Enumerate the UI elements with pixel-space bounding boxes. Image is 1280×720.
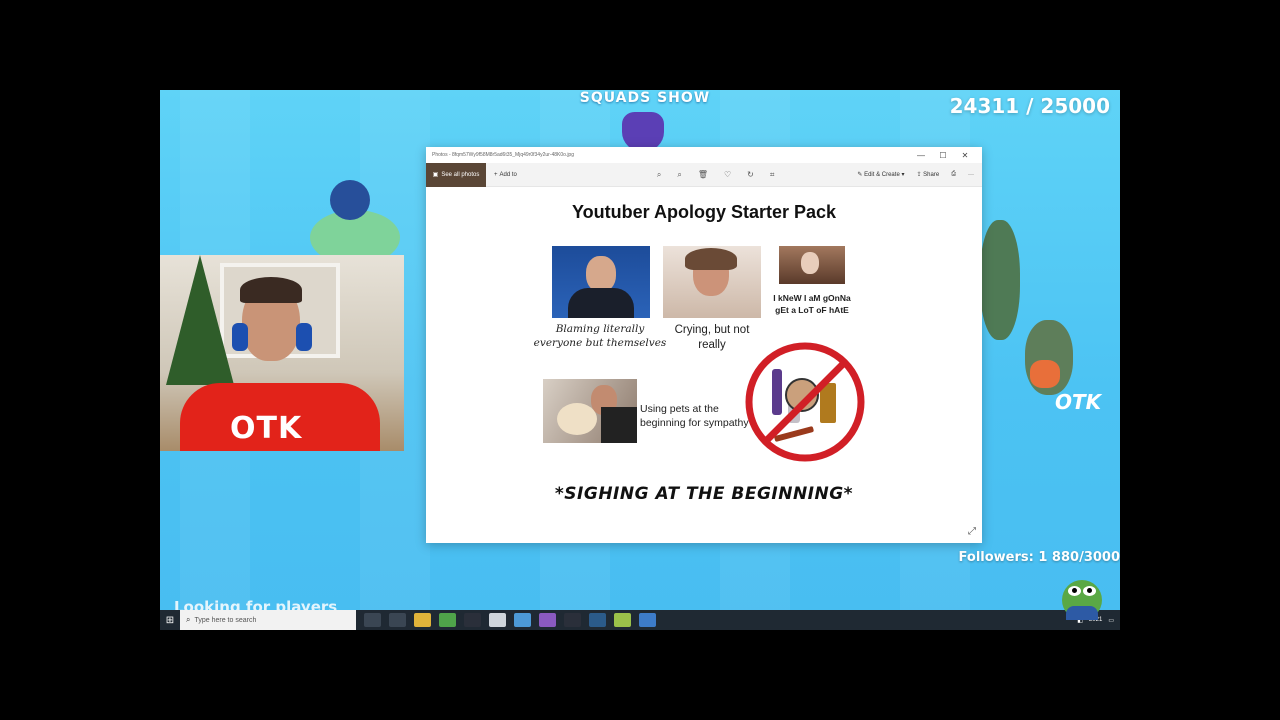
photo-pets <box>543 379 637 443</box>
shirt <box>568 288 634 318</box>
followers-goal: Followers: 1 880/3000 <box>958 550 1120 565</box>
game-character-right <box>1030 360 1060 388</box>
windows-taskbar: ⊞ ⌕ Type here to search ⌃ ◧ 2021 ▭ <box>160 610 1120 630</box>
chrome-icon[interactable] <box>439 613 456 627</box>
meme-title: Youtuber Apology Starter Pack <box>571 202 837 222</box>
taskbar-search[interactable]: ⌕ Type here to search <box>180 610 356 630</box>
more-icon[interactable]: ··· <box>968 172 974 178</box>
right-tools: ✎ Edit & Create ▾ ⇪ Share ⎙ ··· <box>857 171 982 178</box>
otk-logo: OTK <box>1055 390 1102 414</box>
nail-polish <box>772 369 782 415</box>
image-icon: ▣ <box>432 172 439 178</box>
app-icon[interactable] <box>564 613 581 627</box>
edit-create-button[interactable]: ✎ Edit & Create ▾ <box>857 171 904 178</box>
photos-app-window[interactable]: Photos - 8fqm57Wy9f58M8r5ad6t35_Mjq49r0f… <box>426 147 982 543</box>
christmas-tree <box>166 255 234 385</box>
share-button[interactable]: ⇪ Share <box>916 171 939 178</box>
headset-icon <box>296 323 312 351</box>
add-to-button[interactable]: + Add to <box>494 172 517 178</box>
delete-icon[interactable]: 🗑 <box>698 170 708 180</box>
steam-icon[interactable] <box>589 613 606 627</box>
caption-pets: Using pets at the beginning for sympathy <box>640 403 749 429</box>
file-explorer-icon[interactable] <box>414 613 431 627</box>
caption-hate: I kNeW I aM gOnNa gEt a LoT oF hAtE <box>773 293 851 315</box>
pepe-shirt <box>1066 606 1098 620</box>
photo-blaming <box>552 246 650 318</box>
pinned-apps <box>364 613 656 627</box>
close-button[interactable]: ✕ <box>954 151 976 160</box>
search-placeholder: Type here to search <box>194 616 257 624</box>
sub-goal-counter: 24311 / 25000 <box>949 94 1110 118</box>
photo-crying <box>663 246 761 318</box>
shirt <box>601 407 637 443</box>
photos-icon[interactable] <box>639 613 656 627</box>
edit-create-label: Edit & Create <box>864 172 900 178</box>
no-makeup-sign <box>745 342 865 462</box>
caption-sighing: *SIGHING AT THE BEGINNING* <box>554 484 854 504</box>
game-character-crown <box>622 112 664 152</box>
zoom-in-icon[interactable]: ⌕ <box>657 170 661 180</box>
app-icon[interactable] <box>614 613 631 627</box>
see-all-photos-label: See all photos <box>441 171 480 178</box>
add-to-label: Add to <box>499 171 517 178</box>
face <box>586 256 616 292</box>
image-tools: ⌕ ⌕ 🗑 ♡ ↻ ⌗ <box>657 170 775 180</box>
app-icon[interactable] <box>539 613 556 627</box>
windows-logo-icon[interactable]: ⊞ <box>160 610 180 630</box>
print-icon[interactable]: ⎙ <box>951 171 956 178</box>
photo-hate <box>779 246 845 284</box>
maximize-button[interactable]: ☐ <box>932 151 954 160</box>
search-icon: ⌕ <box>186 615 191 624</box>
caption-blaming: Blaming literally everyone but themselve… <box>533 323 667 349</box>
shirt-logo: OTK <box>230 411 303 446</box>
zoom-out-icon[interactable]: ⌕ <box>677 170 681 180</box>
game-character-right <box>980 220 1020 340</box>
window-titlebar[interactable]: Photos - 8fqm57Wy9f58M8r5ad6t35_Mjq49r0f… <box>426 147 982 163</box>
minimize-button[interactable]: — <box>910 151 932 160</box>
app-icon[interactable] <box>464 613 481 627</box>
see-all-photos-button[interactable]: ▣ See all photos <box>426 162 486 187</box>
task-view-icon[interactable] <box>364 613 381 627</box>
streamer-hair <box>240 277 302 303</box>
eye <box>1068 586 1081 596</box>
widgets-icon[interactable] <box>389 613 406 627</box>
favorite-icon[interactable]: ♡ <box>724 170 731 180</box>
plus-icon: + <box>494 171 498 178</box>
webcam-feed: OTK <box>160 255 404 451</box>
headset-icon <box>232 323 248 351</box>
rotate-icon[interactable]: ↻ <box>747 170 754 180</box>
window-title: Photos - 8fqm57Wy9f58M8r5ad6t35_Mjq49r0f… <box>432 152 574 158</box>
crop-icon[interactable]: ⌗ <box>770 170 775 180</box>
app-icon[interactable] <box>514 613 531 627</box>
app-icon[interactable] <box>489 613 506 627</box>
show-title: SQUADS SHOW <box>579 90 711 106</box>
dog <box>557 403 597 435</box>
face <box>801 252 819 274</box>
expand-icon[interactable]: ⤢ <box>968 526 976 537</box>
share-label: Share <box>923 172 940 178</box>
game-character-head <box>330 180 370 220</box>
photos-toolbar: ▣ See all photos + Add to ⌕ ⌕ 🗑 ♡ ↻ ⌗ ✎ … <box>426 162 982 187</box>
eye <box>1083 586 1096 596</box>
hair <box>685 248 737 270</box>
notification-icon[interactable]: ▭ <box>1108 617 1114 624</box>
pepe-emote <box>1062 580 1102 620</box>
